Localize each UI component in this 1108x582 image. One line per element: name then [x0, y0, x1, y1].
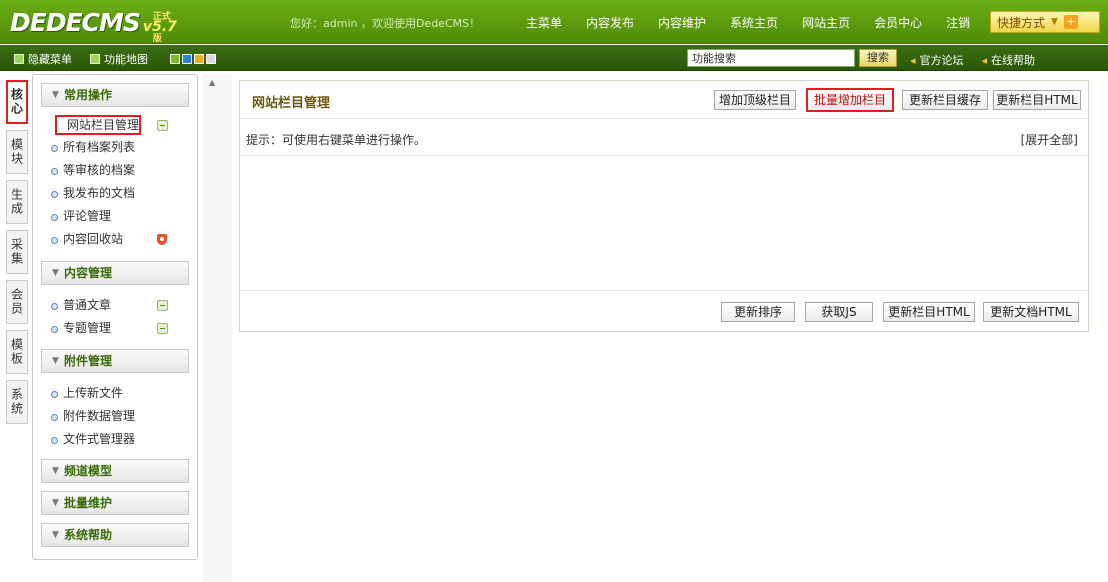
- menu-item-comments[interactable]: 评论管理: [51, 207, 111, 225]
- help-links: ◂ 官方论坛 ◂ 在线帮助: [910, 52, 1053, 68]
- shield-icon: [157, 234, 167, 245]
- menu-item-upload-file[interactable]: 上传新文件: [51, 384, 123, 402]
- online-help-link[interactable]: ◂ 在线帮助: [982, 52, 1036, 68]
- scroll-up-icon[interactable]: ▲: [209, 78, 215, 87]
- theme-color-yellow[interactable]: [194, 54, 204, 64]
- tab-collect[interactable]: 采集: [6, 230, 28, 274]
- nav-logout[interactable]: 注销: [946, 14, 970, 31]
- tab-system[interactable]: 系统: [6, 380, 28, 424]
- sub-toolbar: 隐藏菜单 功能地图 搜索 ◂官方论坛 ◂在线帮助: [0, 45, 1108, 71]
- menu-group-title: 频道模型: [64, 464, 113, 478]
- chevron-down-icon: ▼: [52, 498, 59, 508]
- menu-group-title: 常用操作: [64, 88, 113, 102]
- menu-item-article[interactable]: 普通文章: [51, 296, 111, 314]
- menu-group-title: 附件管理: [64, 354, 113, 368]
- menu-group-common[interactable]: ▼ 常用操作: [41, 83, 189, 107]
- chevron-down-icon: ▼: [52, 90, 59, 100]
- chevron-down-icon: ▼: [52, 268, 59, 278]
- menu-group-channel-model[interactable]: ▼ 频道模型: [41, 459, 189, 483]
- nav-main-menu[interactable]: 主菜单: [526, 14, 562, 31]
- dedecms-logo[interactable]: DEDECMS 正式版 v5.7: [10, 6, 177, 44]
- menu-item-all-documents[interactable]: 所有档案列表: [51, 138, 135, 156]
- add-icon[interactable]: [157, 120, 168, 131]
- function-search-input[interactable]: [687, 49, 855, 67]
- welcome-text: 您好：admin ，欢迎使用DedeCMS！: [290, 17, 481, 30]
- tab-core[interactable]: 核心: [6, 80, 28, 124]
- menu-group-batch-maintain[interactable]: ▼ 批量维护: [41, 491, 189, 515]
- nav-site-home[interactable]: 网站主页: [802, 14, 850, 31]
- tip-row: 提示：可使用右键菜单进行操作。 [展开全部]: [240, 120, 1088, 156]
- logo-version: 正式版 v5.7: [143, 12, 177, 44]
- theme-color-green[interactable]: [170, 54, 180, 64]
- add-top-category-button[interactable]: 增加顶级栏目: [714, 90, 796, 110]
- sub-left-tools: 隐藏菜单 功能地图: [14, 51, 218, 67]
- add-icon[interactable]: [157, 300, 168, 311]
- module-tabs: 核心 模块 生成 采集 会员 模板 系统: [6, 80, 28, 430]
- tab-generate[interactable]: 生成: [6, 180, 28, 224]
- update-sort-button[interactable]: 更新排序: [721, 302, 795, 322]
- tab-module[interactable]: 模块: [6, 130, 28, 174]
- category-panel: 网站栏目管理 增加顶级栏目 批量增加栏目 更新栏目缓存 更新栏目HTML 提示：…: [239, 80, 1089, 332]
- function-map-icon: [90, 54, 100, 64]
- theme-palette: [170, 54, 218, 64]
- theme-color-blue[interactable]: [182, 54, 192, 64]
- top-nav: 主菜单 内容发布 内容维护 系统主页 网站主页 会员中心 注销: [526, 14, 994, 31]
- menu-item-recycle-bin[interactable]: 内容回收站: [51, 230, 123, 248]
- get-js-button[interactable]: 获取JS: [805, 302, 873, 322]
- menu-item-attachment-data[interactable]: 附件数据管理: [51, 407, 135, 425]
- add-icon[interactable]: [157, 323, 168, 334]
- chevron-down-icon: ▼: [52, 530, 59, 540]
- search-button[interactable]: 搜索: [859, 49, 897, 67]
- nav-content-publish[interactable]: 内容发布: [586, 14, 634, 31]
- chevron-down-icon: ▼: [52, 466, 59, 476]
- shortcut-dropdown[interactable]: 快捷方式 ▼ +: [990, 11, 1100, 33]
- arrow-icon: ◂: [910, 54, 916, 67]
- nav-system-home[interactable]: 系统主页: [730, 14, 778, 31]
- menu-item-topics[interactable]: 专题管理: [51, 319, 111, 337]
- menu-item-pending-documents[interactable]: 等审核的档案: [51, 161, 135, 179]
- update-category-html-button[interactable]: 更新栏目HTML: [993, 90, 1081, 110]
- menu-item-category-manage[interactable]: 网站栏目管理: [55, 115, 142, 135]
- panel-header: 网站栏目管理 增加顶级栏目 批量增加栏目 更新栏目缓存 更新栏目HTML: [240, 81, 1088, 119]
- expand-all-link[interactable]: [展开全部]: [1021, 131, 1078, 148]
- nav-content-maintain[interactable]: 内容维护: [658, 14, 706, 31]
- left-menu: ▼ 常用操作 网站栏目管理 所有档案列表 等审核的档案 我发布的文档 评论管理 内…: [32, 74, 198, 560]
- official-forum-label: 官方论坛: [919, 54, 964, 67]
- menu-group-title: 批量维护: [64, 496, 113, 510]
- official-forum-link[interactable]: ◂ 官方论坛: [910, 52, 964, 68]
- hide-menu-link[interactable]: 隐藏菜单: [28, 51, 72, 67]
- menu-group-attachments[interactable]: ▼ 附件管理: [41, 349, 189, 373]
- batch-add-category-button[interactable]: 批量增加栏目: [806, 88, 894, 112]
- panel-title: 网站栏目管理: [252, 96, 331, 111]
- chevron-down-icon: ▼: [1051, 17, 1058, 27]
- menu-group-title: 内容管理: [64, 266, 113, 280]
- top-header: DEDECMS 正式版 v5.7 您好：admin ，欢迎使用DedeCMS！ …: [0, 0, 1108, 44]
- tip-text: 提示：可使用右键菜单进行操作。: [246, 133, 427, 147]
- tab-template[interactable]: 模板: [6, 330, 28, 374]
- add-shortcut-icon[interactable]: +: [1063, 15, 1078, 29]
- tab-member[interactable]: 会员: [6, 280, 28, 324]
- arrow-icon: ◂: [981, 54, 988, 67]
- logo-tag: 正式版: [152, 12, 171, 44]
- menu-scrollbar[interactable]: ▲: [202, 74, 232, 582]
- menu-group-system-help[interactable]: ▼ 系统帮助: [41, 523, 189, 547]
- shortcut-label: 快捷方式: [997, 15, 1046, 30]
- update-document-html-button[interactable]: 更新文档HTML: [983, 302, 1079, 322]
- function-map-link[interactable]: 功能地图: [104, 51, 148, 67]
- menu-group-content[interactable]: ▼ 内容管理: [41, 261, 189, 285]
- panel-footer: 更新排序 获取JS 更新栏目HTML 更新文档HTML: [240, 290, 1088, 331]
- theme-color-gray[interactable]: [206, 54, 216, 64]
- online-help-label: 在线帮助: [991, 54, 1036, 67]
- footer-update-category-html-button[interactable]: 更新栏目HTML: [883, 302, 975, 322]
- logo-text: DEDECMS: [10, 8, 141, 37]
- update-category-cache-button[interactable]: 更新栏目缓存: [902, 90, 988, 110]
- menu-item-file-manager[interactable]: 文件式管理器: [51, 430, 135, 448]
- hide-menu-icon: [14, 54, 24, 64]
- menu-group-title: 系统帮助: [64, 528, 113, 542]
- nav-member-center[interactable]: 会员中心: [874, 14, 922, 31]
- chevron-down-icon: ▼: [52, 356, 59, 366]
- menu-item-my-documents[interactable]: 我发布的文档: [51, 184, 135, 202]
